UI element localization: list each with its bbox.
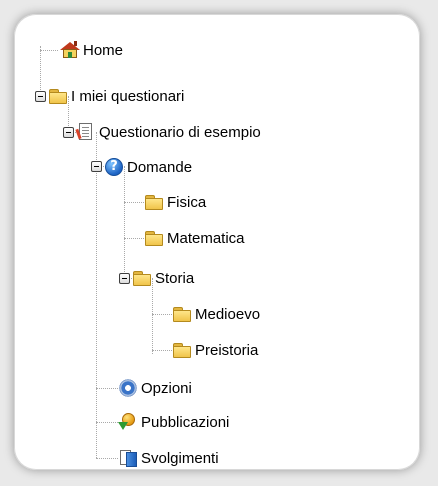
collapse-toggle-miei-questionari[interactable] xyxy=(35,91,46,102)
folder-icon xyxy=(172,305,192,323)
tree-connector xyxy=(124,238,144,239)
tree-connector xyxy=(96,388,118,389)
tree-connector xyxy=(124,166,125,282)
tree-node-miei-questionari[interactable]: I miei questionari xyxy=(48,84,184,108)
tree-node-opzioni[interactable]: Opzioni xyxy=(118,376,192,400)
folder-icon xyxy=(144,193,164,211)
publish-icon xyxy=(118,413,138,431)
tree-node-pubblicazioni[interactable]: Pubblicazioni xyxy=(118,410,229,434)
tree-node-label: Medioevo xyxy=(195,305,261,323)
tree-connector xyxy=(152,350,172,351)
tree-connector xyxy=(40,50,58,51)
tree-connector xyxy=(96,132,97,458)
tree-panel: Home I miei questionari Questionario di … xyxy=(14,14,420,470)
tree-node-label: Matematica xyxy=(167,229,245,247)
help-icon: ? xyxy=(104,158,124,176)
tree-view: Home I miei questionari Questionario di … xyxy=(26,24,408,467)
folder-icon xyxy=(48,87,68,105)
tree-connector xyxy=(96,422,118,423)
submissions-icon xyxy=(118,449,138,467)
tree-node-label: Domande xyxy=(127,158,193,176)
tree-node-preistoria[interactable]: Preistoria xyxy=(172,338,258,362)
tree-node-label: Svolgimenti xyxy=(141,449,219,467)
folder-icon xyxy=(132,269,152,287)
tree-node-svolgimenti[interactable]: Svolgimenti xyxy=(118,446,219,470)
tree-node-label: Home xyxy=(83,41,124,59)
home-icon xyxy=(60,41,80,59)
tree-node-storia[interactable]: Storia xyxy=(132,266,194,290)
tree-node-label: Opzioni xyxy=(141,379,192,397)
tree-node-domande[interactable]: ? Domande xyxy=(104,155,192,179)
tree-node-label: Pubblicazioni xyxy=(141,413,230,431)
folder-icon xyxy=(144,229,164,247)
collapse-toggle-domande[interactable] xyxy=(91,161,102,172)
tree-node-questionario-di-esempio[interactable]: Questionario di esempio xyxy=(75,120,261,144)
collapse-toggle-storia[interactable] xyxy=(119,273,130,284)
tree-node-matematica[interactable]: Matematica xyxy=(144,226,245,250)
tree-node-medioevo[interactable]: Medioevo xyxy=(172,302,260,326)
tree-node-home[interactable]: Home xyxy=(60,38,123,62)
tree-node-label: Fisica xyxy=(167,193,207,211)
tree-node-label: I miei questionari xyxy=(71,87,185,105)
collapse-toggle-questionario[interactable] xyxy=(63,127,74,138)
folder-icon xyxy=(172,341,192,359)
tree-connector xyxy=(152,314,172,315)
tree-node-label: Preistoria xyxy=(195,341,259,359)
document-icon xyxy=(75,123,96,141)
tree-node-label: Storia xyxy=(155,269,195,287)
tree-connector xyxy=(124,202,144,203)
tree-connector xyxy=(40,46,41,96)
tree-connector xyxy=(96,458,118,459)
tree-node-fisica[interactable]: Fisica xyxy=(144,190,206,214)
tree-node-label: Questionario di esempio xyxy=(99,123,261,141)
gear-icon xyxy=(118,379,138,397)
